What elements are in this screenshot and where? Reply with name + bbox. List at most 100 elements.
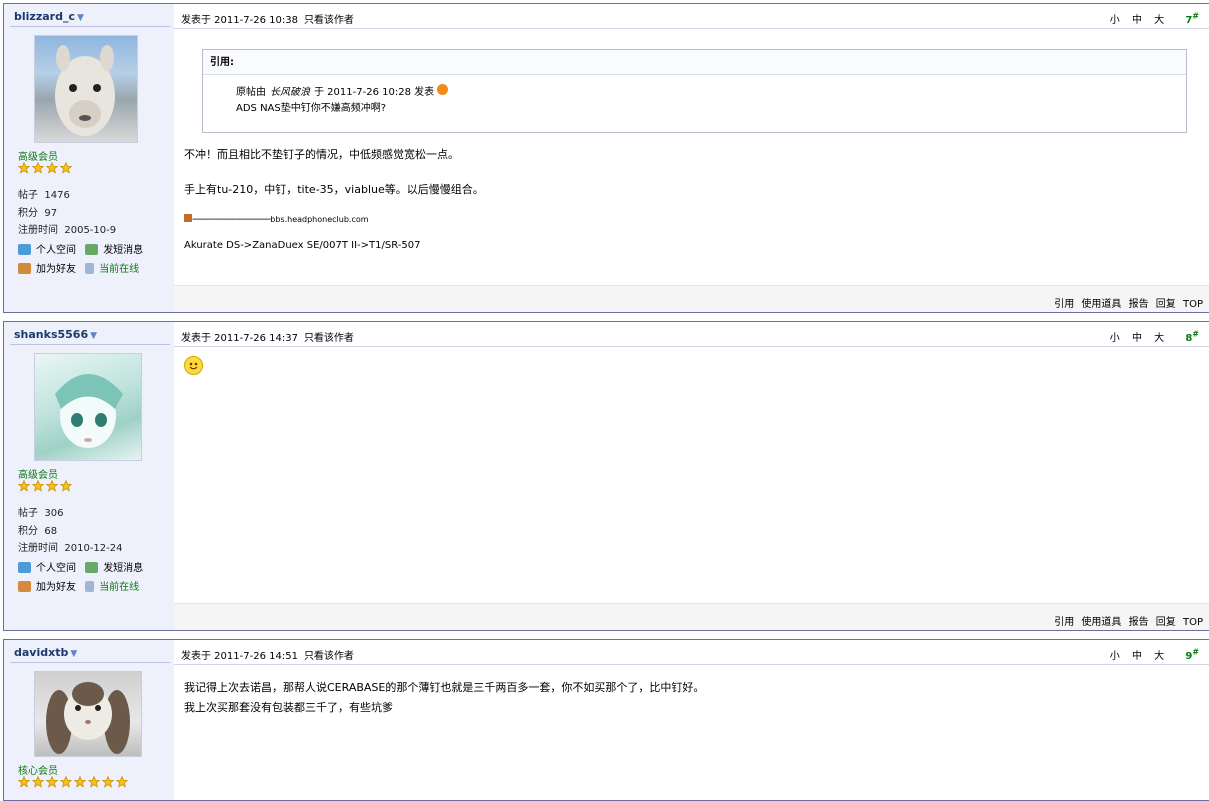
personal-space-link[interactable]: 个人空间 [18,241,76,256]
star-icon [87,775,101,788]
user-links-row-2: 加为好友 当前在线 [18,260,145,275]
font-large-button[interactable]: 大 [1154,333,1164,344]
username-link[interactable]: blizzard_c ▼ [14,10,84,23]
use-item-button[interactable]: 使用道具 [1081,617,1121,628]
avatar[interactable] [34,671,142,757]
send-message-link[interactable]: 发短消息 [85,241,143,256]
add-friend-link[interactable]: 加为好友 [18,578,76,593]
user-rank: 核心会员 [18,766,58,777]
post-count: 帖子 306 [18,508,64,519]
star-icon [59,479,73,492]
font-small-button[interactable]: 小 [1110,651,1120,662]
username-link[interactable]: shanks5566 ▼ [14,328,97,341]
avatar[interactable] [34,353,142,461]
divider [10,344,170,345]
floor-number[interactable]: 9# [1176,648,1199,662]
signature-icon [184,214,192,222]
font-size-controls: 小 中 大 9# [1101,647,1199,662]
only-author-link[interactable]: 只看该作者 [304,333,354,344]
reply-button[interactable]: 回复 [1156,617,1176,628]
use-item-button[interactable]: 使用道具 [1081,299,1121,310]
star-icon [17,161,31,174]
only-author-link[interactable]: 只看该作者 [304,651,354,662]
online-status: 当前在线 [85,260,139,275]
post-time: 发表于 2011-7-26 14:37 只看该作者 [181,333,354,344]
post-actions: 引用 使用道具 报告 回复 TOP [1050,295,1203,310]
font-small-button[interactable]: 小 [1110,333,1120,344]
font-large-button[interactable]: 大 [1154,15,1164,26]
avatar[interactable] [34,35,138,143]
report-button[interactable]: 报告 [1129,617,1149,628]
font-size-controls: 小 中 大 7# [1101,11,1199,26]
personal-space-link[interactable]: 个人空间 [18,559,76,574]
reply-button[interactable]: 回复 [1156,299,1176,310]
post-8: shanks5566 ▼ 高级会员 帖子 306 积分 68 注册时间 2010-… [3,321,1209,631]
user-sidebar: shanks5566 ▼ 高级会员 帖子 306 积分 68 注册时间 2010-… [4,322,174,630]
message-icon [85,244,99,255]
post-footer: 引用 使用道具 报告 回复 TOP [174,285,1209,312]
quote-button[interactable]: 引用 [1054,299,1074,310]
add-friend-link[interactable]: 加为好友 [18,260,76,275]
post-time: 发表于 2011-7-26 14:51 只看该作者 [181,651,354,662]
star-icon [59,161,73,174]
star-icon [31,775,45,788]
star-icon [31,479,45,492]
username-link[interactable]: davidxtb ▼ [14,646,77,659]
post-9: davidxtb ▼ 核心会员 发表于 2011-7-26 14:51 只看该作者 … [3,639,1209,801]
rank-stars [17,161,74,176]
alpaca-avatar-image [55,45,115,136]
rank-stars [17,775,130,790]
font-large-button[interactable]: 大 [1154,651,1164,662]
add-friend-icon [18,581,31,592]
send-message-link[interactable]: 发短消息 [85,559,143,574]
star-icon [59,775,73,788]
user-sidebar: davidxtb ▼ 核心会员 [4,640,174,800]
top-button[interactable]: TOP [1183,617,1203,628]
signature-site: bbs.headphoneclub.com [270,215,369,224]
star-icon [101,775,115,788]
font-small-button[interactable]: 小 [1110,15,1120,26]
quote-body: 原帖由 长风破浪于 2011-7-26 10:28 发表 ADS NAS垫中钉你不… [203,75,1186,117]
floor-number[interactable]: 7# [1176,12,1199,26]
smile-emoticon-icon [184,356,203,375]
post-actions: 引用 使用道具 报告 回复 TOP [1050,613,1203,628]
rank-stars [17,479,74,494]
quote-text: ADS NAS垫中钉你不嫌高频冲啊? [236,103,387,114]
floor-number[interactable]: 8# [1176,330,1199,344]
post-text-line: 我上次买那套没有包装都三千了，有些坑爹 [184,701,393,714]
home-icon [18,562,31,573]
goto-original-icon[interactable] [437,84,449,95]
user-menu-icon[interactable]: ▼ [70,649,77,659]
user-links-row-2: 加为好友 当前在线 [18,578,145,593]
star-icon [45,775,59,788]
user-links-row-1: 个人空间 发短消息 [18,241,149,256]
quote-button[interactable]: 引用 [1054,617,1074,628]
user-icon [85,263,95,274]
post-body: 发表于 2011-7-26 14:51 只看该作者 小 中 大 9# 我记得上次去… [174,640,1209,800]
points: 积分 68 [18,526,58,537]
star-icon [45,479,59,492]
font-medium-button[interactable]: 中 [1132,651,1142,662]
top-button[interactable]: TOP [1183,299,1203,310]
font-medium-button[interactable]: 中 [1132,15,1142,26]
home-icon [18,244,31,255]
user-menu-icon[interactable]: ▼ [77,13,84,23]
post-body: 发表于 2011-7-26 10:38 只看该作者 小 中 大 7# 引用: 原帖… [174,4,1209,312]
user-menu-icon[interactable]: ▼ [90,331,97,341]
signature-divider: ------------------------------bbs.headph… [184,214,1199,225]
only-author-link[interactable]: 只看该作者 [304,15,354,26]
user-rank: 高级会员 [18,470,58,481]
post-count: 帖子 1476 [18,190,70,201]
post-header: 发表于 2011-7-26 14:37 只看该作者 小 中 大 8# [174,322,1209,347]
divider [10,662,170,663]
font-medium-button[interactable]: 中 [1132,333,1142,344]
points: 积分 97 [18,208,58,219]
post-content [184,356,1199,378]
quote-title: 引用: [203,50,1186,75]
post-body: 发表于 2011-7-26 14:37 只看该作者 小 中 大 8# 引用 使用道… [174,322,1209,630]
report-button[interactable]: 报告 [1129,299,1149,310]
message-icon [85,562,99,573]
online-status: 当前在线 [85,578,139,593]
star-icon [17,775,31,788]
user-rank: 高级会员 [18,152,58,163]
